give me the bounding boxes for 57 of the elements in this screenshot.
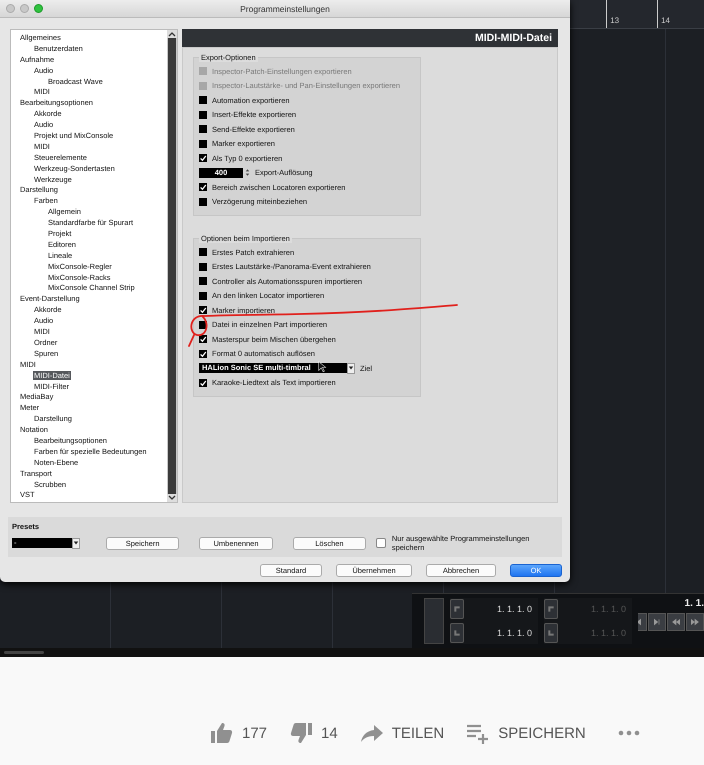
like-button[interactable]: 177 [210, 721, 268, 745]
scroll-down-icon[interactable] [167, 494, 177, 502]
stepper-icon[interactable] [245, 168, 250, 178]
scrollbar-thumb[interactable] [168, 38, 176, 494]
checkbox[interactable] [199, 140, 207, 148]
page-title: MIDI-MIDI-Datei [182, 29, 558, 47]
checkmark-icon [199, 183, 207, 192]
checkbox[interactable] [376, 538, 386, 548]
transport-icon [653, 618, 661, 626]
ruler-number: 13 [606, 0, 620, 28]
transport-icon [691, 618, 699, 626]
scrollbar-thumb[interactable] [4, 651, 44, 654]
thumbs-up-icon [210, 721, 234, 745]
scroll-up-icon[interactable] [167, 30, 177, 38]
ruler-number: 14 [657, 0, 670, 28]
cursor-icon [318, 361, 327, 373]
checkbox[interactable] [199, 125, 207, 134]
checkmark-icon [199, 154, 207, 162]
transport-button[interactable] [667, 613, 685, 631]
checkbox[interactable] [199, 96, 207, 104]
checkbox[interactable] [199, 248, 207, 256]
transport-button[interactable] [648, 613, 666, 631]
checkbox[interactable] [199, 262, 207, 271]
locator-icon [547, 605, 555, 613]
position-display: 1. 1. [684, 598, 704, 609]
scrollbar[interactable] [167, 30, 177, 502]
level-meter [424, 598, 444, 644]
locator-button[interactable] [544, 599, 558, 619]
locator-icon [453, 629, 461, 637]
checkmark-icon [199, 306, 207, 314]
more-icon [618, 730, 640, 736]
locator-icon [453, 605, 461, 613]
window-title: Programmeinstellungen [240, 4, 330, 14]
more-button[interactable] [618, 730, 640, 736]
save-button[interactable]: SPEICHERN [466, 721, 586, 745]
zoom-button[interactable] [34, 4, 43, 13]
share-button[interactable]: TEILEN [360, 721, 444, 745]
transport-button[interactable] [686, 613, 704, 631]
checkbox[interactable] [199, 198, 207, 206]
time-display: 1. 1. 1. 0 [496, 604, 533, 614]
locator-button[interactable] [544, 623, 558, 643]
checkbox[interactable] [199, 292, 207, 300]
thumbs-down-icon [289, 721, 314, 745]
dropdown-button[interactable] [347, 362, 355, 374]
checkbox[interactable] [199, 277, 207, 286]
time-display: 1. 1. 1. 0 [590, 628, 627, 638]
checkmark-icon [199, 378, 207, 387]
locator-button[interactable] [450, 599, 464, 619]
checkbox[interactable] [199, 110, 207, 119]
dislike-button[interactable]: 14 [289, 721, 338, 745]
transport-icon [672, 618, 680, 626]
time-display: 1. 1. 1. 0 [590, 604, 627, 614]
caret-icon [72, 540, 79, 546]
horizontal-scrollbar[interactable] [0, 648, 704, 657]
time-display: 1. 1. 1. 0 [496, 628, 533, 638]
locator-button[interactable] [450, 623, 464, 643]
locator-icon [547, 629, 555, 637]
